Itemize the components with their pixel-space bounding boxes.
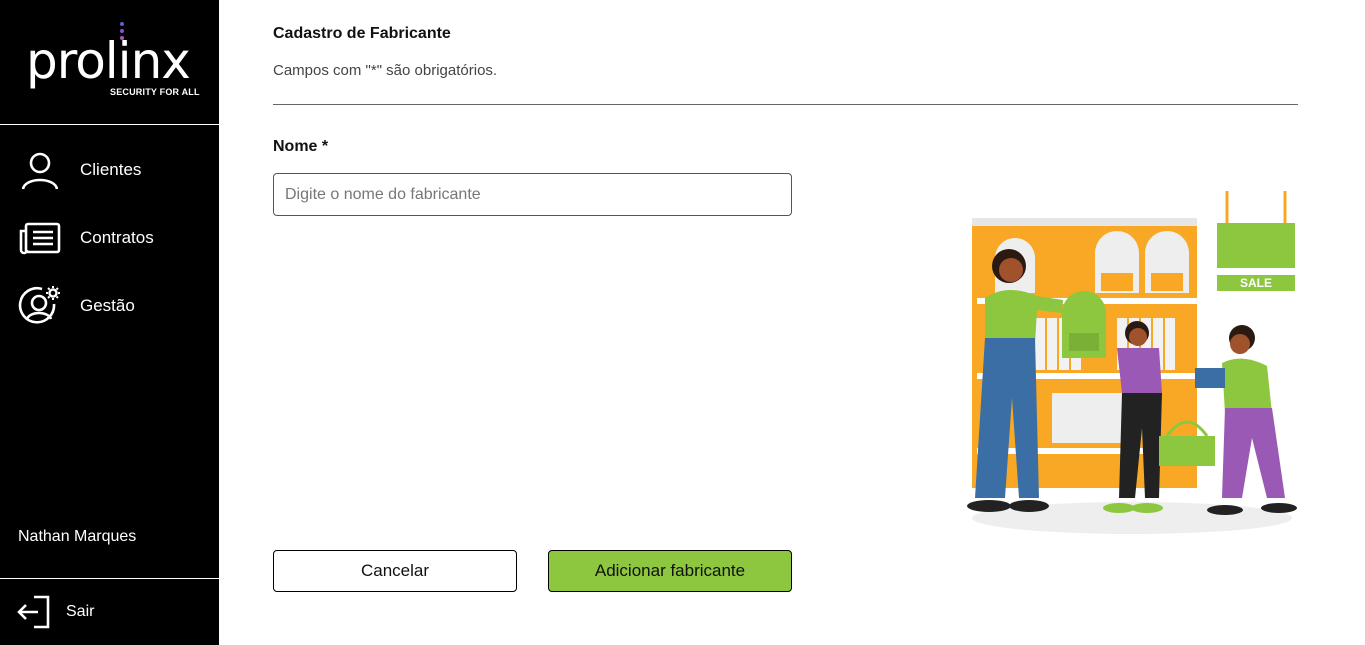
logo-wordmark: prolinx (26, 32, 191, 90)
add-manufacturer-button[interactable]: Adicionar fabricante (548, 550, 792, 592)
divider (273, 104, 1298, 105)
user-icon (18, 148, 62, 192)
sidebar-item-contratos[interactable]: Contratos (0, 212, 219, 264)
store-illustration: SALE (967, 191, 1297, 534)
brand-logo[interactable]: prolinx SECURITY FOR ALL (0, 0, 219, 125)
sidebar-item-label: Gestão (80, 296, 135, 315)
sidebar: prolinx SECURITY FOR ALL Clientes Contra… (0, 0, 219, 645)
user-settings-icon (18, 284, 62, 328)
document-list-icon (18, 216, 62, 260)
user-name: Nathan Marques (18, 528, 137, 545)
main-content: Cadastro de Fabricante Campos com "*" sã… (219, 0, 1365, 645)
page-title: Cadastro de Fabricante (273, 25, 451, 42)
sidebar-item-label: Clientes (80, 160, 142, 179)
sidebar-item-clientes[interactable]: Clientes (0, 144, 219, 196)
cancel-button[interactable]: Cancelar (273, 550, 517, 592)
sale-sign-text: SALE (1240, 276, 1272, 290)
sidebar-divider (0, 578, 219, 579)
logo-tagline: SECURITY FOR ALL (110, 87, 200, 97)
name-input[interactable] (273, 173, 792, 216)
required-fields-note: Campos com "*" são obrigatórios. (273, 62, 498, 79)
sidebar-item-label: Contratos (80, 228, 154, 247)
sidebar-item-gestao[interactable]: Gestão (0, 280, 219, 332)
logout-label: Sair (66, 603, 95, 620)
name-field-label: Nome * (273, 138, 329, 155)
logout-button[interactable]: Sair (0, 585, 219, 640)
logout-icon (12, 590, 56, 634)
